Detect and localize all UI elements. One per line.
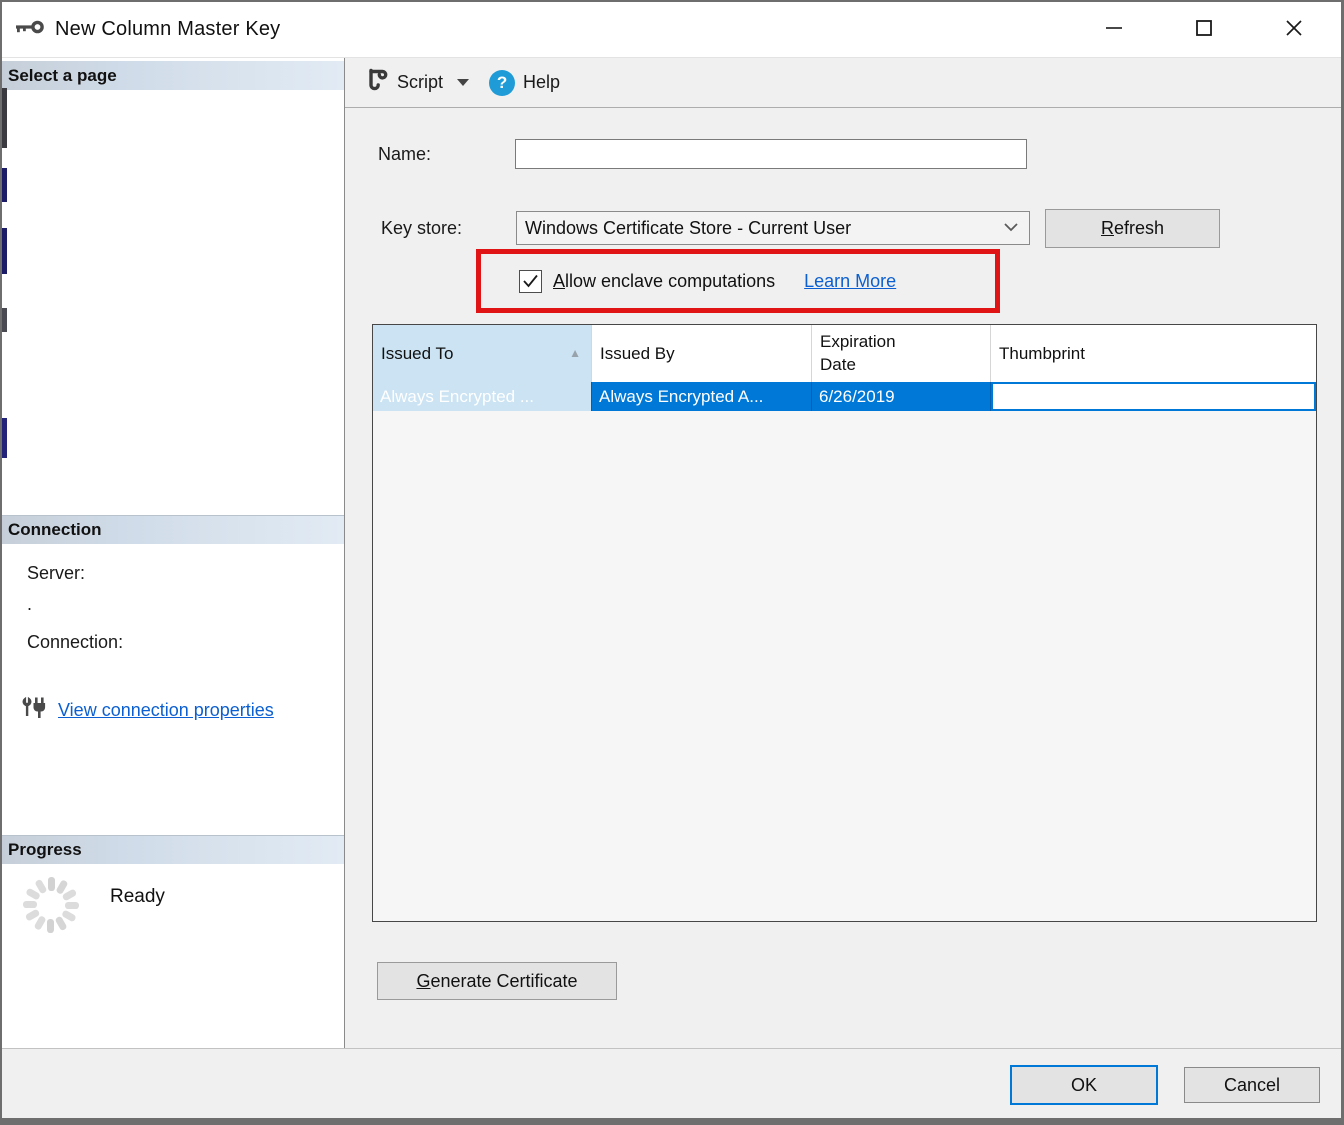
sidebar: Select a page Connection Server: . Conne…: [2, 58, 345, 1048]
progress-spinner-icon: [20, 874, 82, 941]
cell-issued-by[interactable]: Always Encrypted A...: [592, 382, 812, 411]
server-label: Server:: [27, 563, 85, 584]
maximize-icon: [1193, 17, 1215, 42]
close-button[interactable]: [1271, 10, 1317, 50]
key-store-label: Key store:: [381, 218, 462, 239]
cell-issued-to[interactable]: Always Encrypted ...: [373, 382, 592, 411]
close-icon: [1283, 17, 1305, 42]
window-title: New Column Master Key: [55, 18, 280, 41]
learn-more-link[interactable]: Learn More: [804, 271, 896, 292]
main-content: Name: Key store: Windows Certificate Sto…: [345, 108, 1341, 1048]
new-column-master-key-dialog: New Column Master Key: [0, 0, 1344, 1125]
minimize-icon: [1103, 17, 1125, 42]
key-store-selected-value: Windows Certificate Store - Current User: [525, 218, 851, 239]
background-window-artifact: [2, 228, 7, 274]
chevron-down-icon: [457, 79, 469, 86]
column-header-issued-to[interactable]: Issued To ▲: [373, 325, 592, 382]
name-label: Name:: [378, 144, 431, 165]
dropdown-chevron-icon: [1003, 219, 1019, 237]
key-store-dropdown[interactable]: Windows Certificate Store - Current User: [516, 211, 1030, 245]
background-window-artifact: [2, 308, 7, 332]
progress-section-header: Progress: [2, 835, 344, 864]
background-window-artifact: [2, 168, 7, 202]
background-window-artifact: [2, 418, 7, 458]
ok-button[interactable]: OK: [1010, 1065, 1158, 1105]
maximize-button[interactable]: [1181, 10, 1227, 50]
sort-ascending-icon: ▲: [569, 346, 581, 360]
title-bar: New Column Master Key: [2, 2, 1341, 58]
select-a-page-header: Select a page: [2, 61, 344, 90]
view-connection-properties-link[interactable]: View connection properties: [58, 700, 274, 721]
progress-status: Ready: [110, 886, 165, 908]
cell-thumbprint[interactable]: [991, 382, 1316, 411]
script-button[interactable]: Script: [357, 62, 475, 103]
table-header-row: Issued To ▲ Issued By Expiration Date Th…: [373, 325, 1316, 382]
certificate-table: Issued To ▲ Issued By Expiration Date Th…: [372, 324, 1317, 922]
enclave-highlight-box: Allow enclave computations Learn More: [476, 249, 1000, 313]
allow-enclave-label[interactable]: Allow enclave computations: [553, 271, 775, 292]
background-window-artifact: [2, 88, 7, 148]
allow-enclave-checkbox[interactable]: [519, 270, 542, 293]
column-header-issued-by[interactable]: Issued By: [592, 325, 812, 382]
script-icon: [363, 66, 389, 99]
help-icon: ?: [489, 70, 515, 96]
help-button[interactable]: ? Help: [483, 66, 566, 100]
connection-section-header: Connection: [2, 515, 344, 544]
connection-properties-icon: [20, 696, 48, 725]
toolbar: Script ? Help: [345, 58, 1341, 108]
cancel-button[interactable]: Cancel: [1184, 1067, 1320, 1103]
script-label: Script: [397, 72, 443, 93]
name-input[interactable]: [515, 139, 1027, 169]
key-icon: [15, 17, 45, 42]
minimize-button[interactable]: [1091, 10, 1137, 50]
column-header-thumbprint[interactable]: Thumbprint: [991, 325, 1316, 382]
generate-certificate-button[interactable]: Generate Certificate: [377, 962, 617, 1000]
column-header-expiration-date[interactable]: Expiration Date: [812, 325, 991, 382]
help-label: Help: [523, 72, 560, 93]
cell-expiration-date[interactable]: 6/26/2019: [812, 382, 991, 411]
connection-label: Connection:: [27, 632, 123, 653]
refresh-button[interactable]: Refresh: [1045, 209, 1220, 248]
dialog-footer: OK Cancel: [2, 1048, 1341, 1118]
server-value: .: [27, 594, 32, 615]
table-row[interactable]: Always Encrypted ... Always Encrypted A.…: [373, 382, 1316, 411]
